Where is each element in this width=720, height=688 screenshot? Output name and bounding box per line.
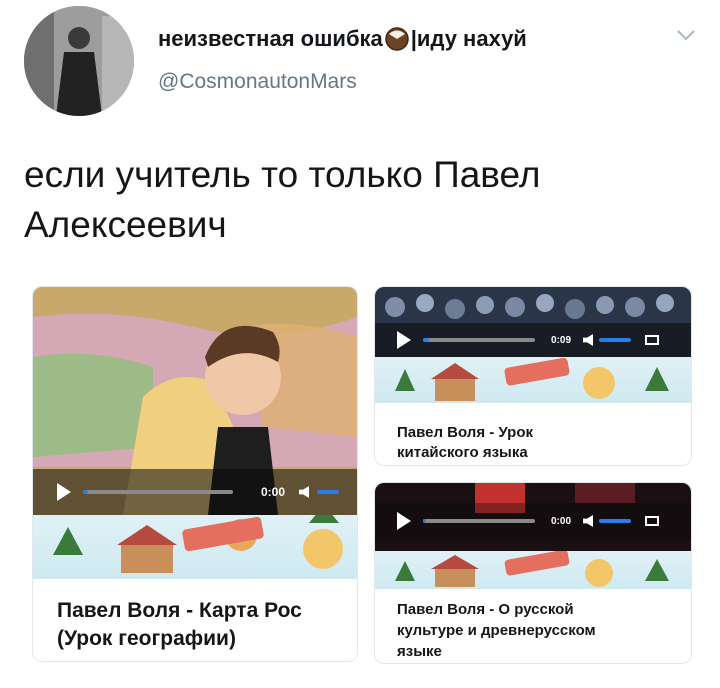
coconut-icon xyxy=(385,27,409,51)
display-name-part1: неизвестная ошибка xyxy=(158,26,383,51)
time-label: 0:00 xyxy=(551,515,572,527)
card-title[interactable]: Павел Воля - Карта Рос (Урок географии) xyxy=(57,597,357,653)
fullscreen-icon[interactable] xyxy=(645,335,660,345)
play-icon[interactable] xyxy=(397,331,411,349)
site-banner xyxy=(375,551,691,589)
volume-slider[interactable] xyxy=(599,519,632,523)
progress-fill xyxy=(423,338,429,342)
video-thumbnail[interactable]: 0:09 xyxy=(375,287,691,357)
video-player-controls[interactable]: 0:00 xyxy=(33,469,357,515)
time-label: 0:00 xyxy=(261,485,286,499)
media-card-2[interactable]: 0:09 Павел Воля - Урок китайского языка xyxy=(374,286,692,466)
avatar-photo xyxy=(24,6,134,116)
fullscreen-icon[interactable] xyxy=(645,516,660,526)
user-handle[interactable]: @CosmonautonMars xyxy=(158,70,357,94)
user-avatar[interactable] xyxy=(24,6,134,116)
volume-icon[interactable] xyxy=(583,334,594,346)
card-title[interactable]: Павел Воля - Урок китайского языка xyxy=(397,423,687,463)
media-card-1[interactable]: 0:00 Павел Воля - Карта Рос (Урок геогра… xyxy=(32,286,358,662)
media-card-3[interactable]: 0:00 Павел Воля - О русской культуре и д… xyxy=(374,482,692,664)
display-name[interactable]: неизвестная ошибка |иду нахуй xyxy=(158,26,527,52)
site-banner xyxy=(375,357,691,403)
volume-slider[interactable] xyxy=(317,490,340,494)
play-icon[interactable] xyxy=(57,483,71,501)
video-player-controls[interactable]: 0:00 xyxy=(375,503,691,539)
card-title[interactable]: Павел Воля - О русской культуре и древне… xyxy=(397,599,687,662)
video-thumbnail[interactable]: 0:00 xyxy=(375,483,691,551)
volume-slider[interactable] xyxy=(599,338,632,342)
progress-fill xyxy=(83,490,88,494)
volume-icon[interactable] xyxy=(299,486,310,498)
progress-bar[interactable] xyxy=(423,519,535,523)
volume-icon[interactable] xyxy=(583,515,594,527)
site-banner xyxy=(33,515,357,579)
play-icon[interactable] xyxy=(397,512,411,530)
time-label: 0:09 xyxy=(551,334,572,346)
video-player-controls[interactable]: 0:09 xyxy=(375,323,691,357)
chevron-down-icon[interactable] xyxy=(676,28,696,44)
tweet-text: если учитель то только Павел Алексеевич xyxy=(24,154,541,245)
progress-bar[interactable] xyxy=(423,338,535,342)
progress-fill xyxy=(423,519,427,523)
progress-bar[interactable] xyxy=(83,490,233,494)
video-thumbnail[interactable]: 0:00 xyxy=(33,287,357,515)
display-name-part2: |иду нахуй xyxy=(410,26,527,51)
